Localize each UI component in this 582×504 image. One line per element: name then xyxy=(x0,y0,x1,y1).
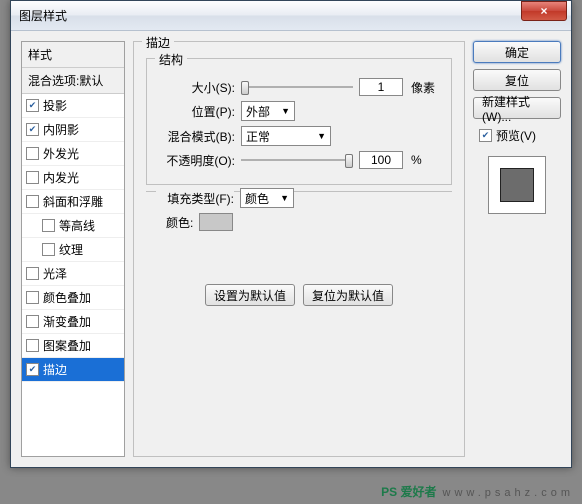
slider-thumb[interactable] xyxy=(345,154,353,168)
size-label: 大小(S): xyxy=(157,79,235,96)
sidebar-item-label: 图案叠加 xyxy=(43,337,91,354)
reset-default-button[interactable]: 复位为默认值 xyxy=(303,284,393,306)
blendmode-row: 混合模式(B): 正常 ▼ xyxy=(157,126,441,146)
sidebar-item-label: 纹理 xyxy=(59,241,83,258)
sidebar-item-label: 外发光 xyxy=(43,145,79,162)
structure-title: 结构 xyxy=(155,51,187,68)
fill-group: 填充类型(F): 颜色 ▼ 颜色: xyxy=(146,191,452,276)
sidebar-item-label: 斜面和浮雕 xyxy=(43,193,103,210)
style-checkbox[interactable] xyxy=(26,123,39,136)
color-row: 颜色: xyxy=(156,213,442,231)
slider-track xyxy=(241,86,353,88)
dialog-body: 样式 混合选项:默认 投影内阴影外发光内发光斜面和浮雕等高线纹理光泽颜色叠加渐变… xyxy=(11,31,571,467)
structure-group: 结构 大小(S): 1 像素 位置(P): 外部 xyxy=(146,58,452,185)
sidebar-item-label: 渐变叠加 xyxy=(43,313,91,330)
sidebar-item-label: 描边 xyxy=(43,361,67,378)
chevron-down-icon: ▼ xyxy=(317,131,326,141)
size-input[interactable]: 1 xyxy=(359,78,403,96)
preview-label: 预览(V) xyxy=(496,127,536,144)
sidebar-item[interactable]: 颜色叠加 xyxy=(22,286,124,310)
preview-toggle[interactable]: 预览(V) xyxy=(473,127,561,144)
cancel-button[interactable]: 复位 xyxy=(473,69,561,91)
style-checkbox[interactable] xyxy=(26,363,39,376)
new-style-button[interactable]: 新建样式(W)... xyxy=(473,97,561,119)
sidebar-item-label: 颜色叠加 xyxy=(43,289,91,306)
styles-sidebar: 样式 混合选项:默认 投影内阴影外发光内发光斜面和浮雕等高线纹理光泽颜色叠加渐变… xyxy=(21,41,125,457)
color-label: 颜色: xyxy=(166,214,193,231)
style-checkbox[interactable] xyxy=(26,195,39,208)
sidebar-item-label: 投影 xyxy=(43,97,67,114)
blendmode-label: 混合模式(B): xyxy=(157,128,235,145)
ok-button[interactable]: 确定 xyxy=(473,41,561,63)
blendmode-value: 正常 xyxy=(246,128,270,145)
chevron-down-icon: ▼ xyxy=(281,106,290,116)
size-row: 大小(S): 1 像素 xyxy=(157,78,441,96)
slider-track xyxy=(241,159,353,161)
sidebar-header: 样式 xyxy=(22,42,124,68)
style-checkbox[interactable] xyxy=(26,339,39,352)
sidebar-item[interactable]: 斜面和浮雕 xyxy=(22,190,124,214)
filltype-value: 颜色 xyxy=(245,190,269,207)
set-default-button[interactable]: 设置为默认值 xyxy=(205,284,295,306)
color-swatch[interactable] xyxy=(199,213,233,231)
position-label: 位置(P): xyxy=(157,103,235,120)
settings-panel: 描边 结构 大小(S): 1 像素 位置(P): xyxy=(133,41,465,457)
style-checkbox[interactable] xyxy=(42,219,55,232)
preview-checkbox[interactable] xyxy=(479,129,492,142)
preview-thumbnail xyxy=(500,168,534,202)
default-buttons-row: 设置为默认值 复位为默认值 xyxy=(146,284,452,306)
sidebar-item-label: 等高线 xyxy=(59,217,95,234)
filltype-row: 填充类型(F): 颜色 ▼ xyxy=(156,188,442,208)
sidebar-item[interactable]: 渐变叠加 xyxy=(22,310,124,334)
panel-title: 描边 xyxy=(142,34,174,51)
opacity-input[interactable]: 100 xyxy=(359,151,403,169)
close-button[interactable]: × xyxy=(521,1,567,21)
sidebar-item-label: 光泽 xyxy=(43,265,67,282)
chevron-down-icon: ▼ xyxy=(280,193,289,203)
dialog-window: 图层样式 × 样式 混合选项:默认 投影内阴影外发光内发光斜面和浮雕等高线纹理光… xyxy=(10,0,572,468)
sidebar-item[interactable]: 外发光 xyxy=(22,142,124,166)
titlebar: 图层样式 × xyxy=(11,1,571,31)
position-value: 外部 xyxy=(246,103,270,120)
opacity-row: 不透明度(O): 100 % xyxy=(157,151,441,169)
sidebar-item[interactable]: 描边 xyxy=(22,358,124,382)
preview-box xyxy=(488,156,546,214)
window-title: 图层样式 xyxy=(19,7,67,24)
sidebar-item[interactable]: 光泽 xyxy=(22,262,124,286)
size-unit: 像素 xyxy=(411,79,435,96)
style-checkbox[interactable] xyxy=(26,147,39,160)
sidebar-item-label: 内发光 xyxy=(43,169,79,186)
sidebar-item[interactable]: 内阴影 xyxy=(22,118,124,142)
size-slider[interactable] xyxy=(241,78,353,96)
style-checkbox[interactable] xyxy=(26,315,39,328)
sidebar-item[interactable]: 等高线 xyxy=(22,214,124,238)
slider-thumb[interactable] xyxy=(241,81,249,95)
blendmode-select[interactable]: 正常 ▼ xyxy=(241,126,331,146)
blend-options-header[interactable]: 混合选项:默认 xyxy=(22,68,124,94)
style-list: 投影内阴影外发光内发光斜面和浮雕等高线纹理光泽颜色叠加渐变叠加图案叠加描边 xyxy=(22,94,124,382)
opacity-slider[interactable] xyxy=(241,151,353,169)
sidebar-item[interactable]: 纹理 xyxy=(22,238,124,262)
sidebar-item[interactable]: 投影 xyxy=(22,94,124,118)
position-row: 位置(P): 外部 ▼ xyxy=(157,101,441,121)
style-checkbox[interactable] xyxy=(26,99,39,112)
opacity-unit: % xyxy=(411,153,422,167)
sidebar-item[interactable]: 图案叠加 xyxy=(22,334,124,358)
opacity-label: 不透明度(O): xyxy=(157,152,235,169)
watermark-url: www.psahz.com xyxy=(443,487,574,499)
right-column: 确定 复位 新建样式(W)... 预览(V) xyxy=(473,41,561,457)
stroke-fieldset: 描边 结构 大小(S): 1 像素 位置(P): xyxy=(133,41,465,457)
watermark-logo: PS 爱好者 xyxy=(381,483,436,500)
position-select[interactable]: 外部 ▼ xyxy=(241,101,295,121)
sidebar-item-label: 内阴影 xyxy=(43,121,79,138)
sidebar-item[interactable]: 内发光 xyxy=(22,166,124,190)
style-checkbox[interactable] xyxy=(26,291,39,304)
close-icon: × xyxy=(540,4,547,18)
filltype-select[interactable]: 颜色 ▼ xyxy=(240,188,294,208)
filltype-label: 填充类型(F): xyxy=(156,190,234,207)
style-checkbox[interactable] xyxy=(26,267,39,280)
watermark: PS 爱好者 www.psahz.com xyxy=(381,483,574,500)
style-checkbox[interactable] xyxy=(42,243,55,256)
style-checkbox[interactable] xyxy=(26,171,39,184)
